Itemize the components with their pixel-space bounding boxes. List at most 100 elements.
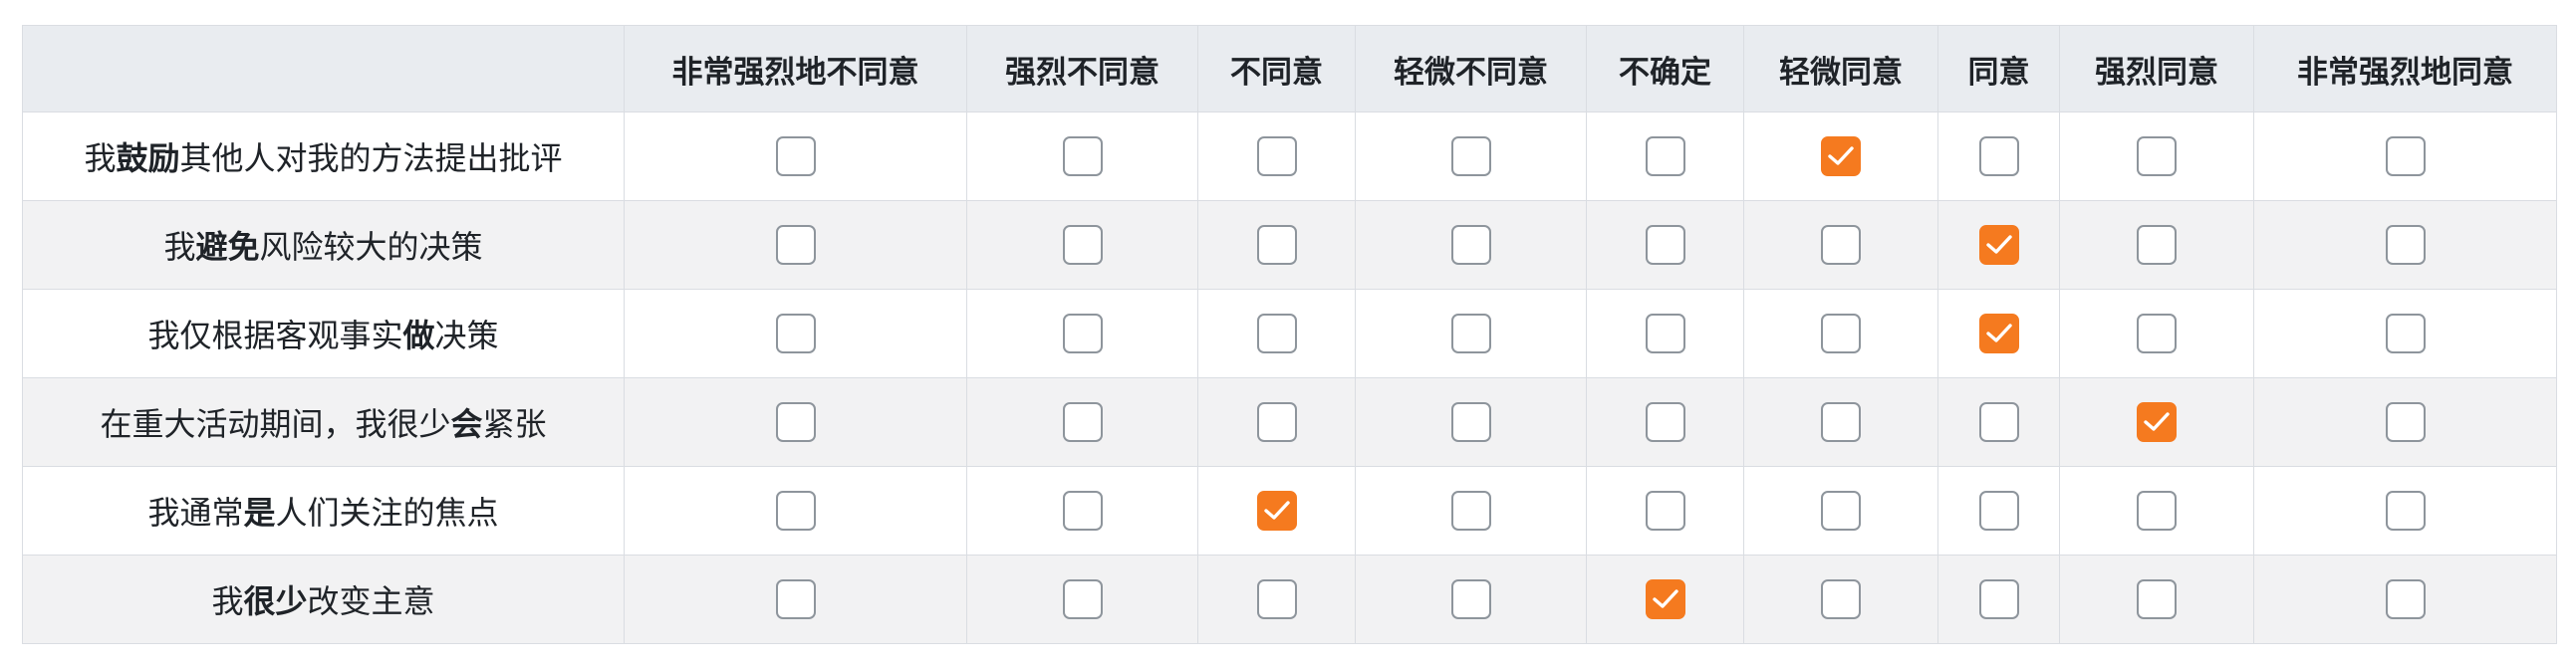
rating-cell	[1743, 289, 1938, 378]
rating-checkbox[interactable]	[1450, 579, 1491, 619]
rating-cell	[2059, 289, 2254, 378]
rating-checkbox[interactable]	[1450, 136, 1491, 176]
rating-checkbox[interactable]	[1978, 136, 2019, 176]
rating-cell	[966, 377, 1198, 467]
table-row: 我通常是人们关注的焦点	[22, 466, 2557, 556]
statement-emphasis: 会	[450, 405, 483, 443]
rating-checkbox[interactable]	[1062, 314, 1103, 353]
rating-cell	[2059, 555, 2254, 644]
column-header: 同意	[1937, 25, 2060, 112]
rating-checkbox[interactable]	[775, 579, 816, 619]
rating-cell	[624, 555, 967, 644]
column-header: 非常强烈地不同意	[624, 25, 967, 112]
likert-table: 非常强烈地不同意 强烈不同意 不同意 轻微不同意 不确定 轻微同意 同意 强烈同意 非常强烈地同…	[22, 25, 2557, 644]
rating-checkbox[interactable]	[775, 136, 816, 176]
rating-checkbox[interactable]	[2385, 136, 2426, 176]
rating-checkbox[interactable]	[1821, 225, 1861, 265]
statement-suffix: 人们关注的焦点	[275, 494, 499, 532]
rating-checkbox[interactable]	[1821, 579, 1861, 619]
rating-checkbox[interactable]	[1256, 225, 1297, 265]
rating-checkbox[interactable]	[1256, 136, 1297, 176]
statement-text: 我很少改变主意	[22, 555, 625, 644]
rating-checkbox[interactable]	[1256, 402, 1297, 442]
rating-checkbox[interactable]	[1645, 136, 1685, 176]
rating-cell	[2253, 200, 2557, 290]
rating-checkbox[interactable]	[1062, 225, 1103, 265]
rating-checkbox[interactable]	[2137, 402, 2177, 442]
rating-checkbox[interactable]	[1978, 225, 2019, 265]
rating-cell	[1197, 377, 1356, 467]
rating-checkbox[interactable]	[775, 314, 816, 353]
rating-checkbox[interactable]	[2385, 314, 2426, 353]
column-header: 非常强烈地同意	[2253, 25, 2557, 112]
rating-checkbox[interactable]	[1450, 225, 1491, 265]
rating-checkbox[interactable]	[1978, 579, 2019, 619]
rating-checkbox[interactable]	[1978, 314, 2019, 353]
statement-emphasis: 很少	[243, 582, 308, 620]
rating-cell	[1197, 200, 1356, 290]
rating-checkbox[interactable]	[1062, 402, 1103, 442]
table-row: 我避免风险较大的决策	[22, 200, 2557, 290]
table-body: 我鼓励其他人对我的方法提出批评 我避免风险较大的决策 我仅根据客观事实做决策 在重大活…	[22, 112, 2557, 644]
header-corner-cell	[22, 25, 625, 112]
rating-checkbox[interactable]	[2137, 136, 2177, 176]
rating-checkbox[interactable]	[1821, 491, 1861, 531]
rating-checkbox[interactable]	[1450, 402, 1491, 442]
likert-survey: 非常强烈地不同意 强烈不同意 不同意 轻微不同意 不确定 轻微同意 同意 强烈同意 非常强烈地同…	[22, 25, 2557, 644]
rating-checkbox[interactable]	[775, 402, 816, 442]
rating-checkbox[interactable]	[1978, 491, 2019, 531]
rating-checkbox[interactable]	[1645, 314, 1685, 353]
rating-checkbox[interactable]	[1062, 491, 1103, 531]
rating-cell	[1937, 112, 2060, 201]
rating-cell	[2253, 289, 2557, 378]
rating-checkbox[interactable]	[2137, 491, 2177, 531]
rating-cell	[1355, 466, 1587, 556]
rating-checkbox[interactable]	[1645, 579, 1685, 619]
rating-checkbox[interactable]	[1450, 491, 1491, 531]
rating-checkbox[interactable]	[1645, 402, 1685, 442]
rating-cell	[1586, 466, 1744, 556]
rating-checkbox[interactable]	[1256, 314, 1297, 353]
rating-checkbox[interactable]	[1821, 136, 1861, 176]
rating-cell	[966, 289, 1198, 378]
rating-cell	[966, 466, 1198, 556]
rating-cell	[2059, 377, 2254, 467]
rating-cell	[1586, 200, 1744, 290]
rating-cell	[1586, 555, 1744, 644]
rating-checkbox[interactable]	[2385, 225, 2426, 265]
table-row: 我仅根据客观事实做决策	[22, 289, 2557, 378]
rating-checkbox[interactable]	[2385, 491, 2426, 531]
rating-checkbox[interactable]	[2385, 579, 2426, 619]
rating-checkbox[interactable]	[1821, 402, 1861, 442]
rating-checkbox[interactable]	[1450, 314, 1491, 353]
rating-cell	[1355, 112, 1587, 201]
rating-checkbox[interactable]	[1256, 491, 1297, 531]
rating-checkbox[interactable]	[2137, 314, 2177, 353]
rating-checkbox[interactable]	[2385, 402, 2426, 442]
rating-checkbox[interactable]	[1821, 314, 1861, 353]
rating-cell	[1743, 112, 1938, 201]
rating-checkbox[interactable]	[1645, 225, 1685, 265]
table-row: 在重大活动期间，我很少会紧张	[22, 377, 2557, 467]
rating-checkbox[interactable]	[1645, 491, 1685, 531]
rating-checkbox[interactable]	[2137, 579, 2177, 619]
rating-cell	[624, 289, 967, 378]
rating-checkbox[interactable]	[775, 491, 816, 531]
rating-cell	[1355, 289, 1587, 378]
rating-cell	[1743, 377, 1938, 467]
column-header: 强烈同意	[2059, 25, 2254, 112]
rating-cell	[2253, 466, 2557, 556]
rating-cell	[1743, 555, 1938, 644]
rating-cell	[2253, 555, 2557, 644]
rating-checkbox[interactable]	[1256, 579, 1297, 619]
rating-checkbox[interactable]	[1062, 579, 1103, 619]
rating-checkbox[interactable]	[1978, 402, 2019, 442]
rating-checkbox[interactable]	[1062, 136, 1103, 176]
checkmark-icon	[1985, 235, 2012, 254]
column-header: 轻微不同意	[1355, 25, 1587, 112]
rating-checkbox[interactable]	[2137, 225, 2177, 265]
statement-suffix: 风险较大的决策	[259, 228, 483, 266]
rating-checkbox[interactable]	[775, 225, 816, 265]
statement-suffix: 其他人对我的方法提出批评	[179, 139, 563, 177]
column-header: 轻微同意	[1743, 25, 1938, 112]
